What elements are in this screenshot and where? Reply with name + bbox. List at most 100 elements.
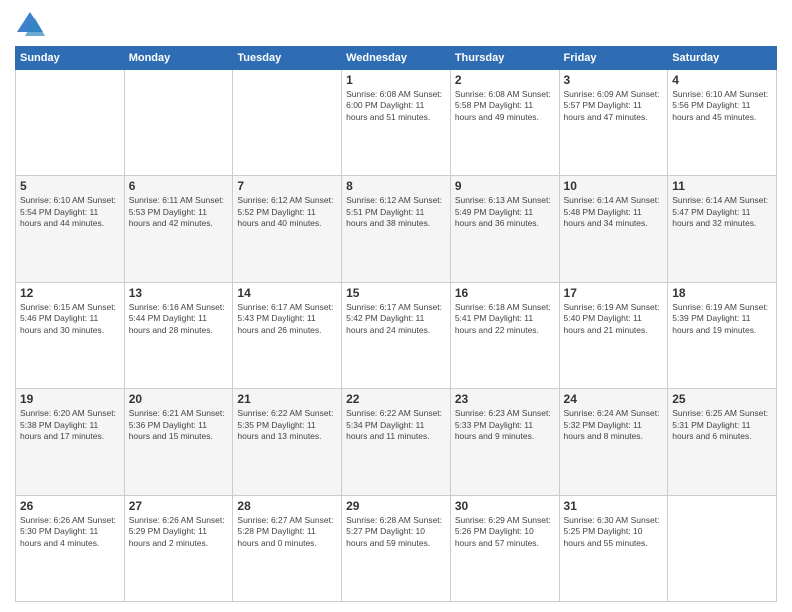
day-number: 20: [129, 392, 229, 406]
day-info: Sunrise: 6:23 AM Sunset: 5:33 PM Dayligh…: [455, 408, 555, 442]
calendar-cell: 16 Sunrise: 6:18 AM Sunset: 5:41 PM Dayli…: [450, 282, 559, 388]
calendar-cell: 29Sunrise: 6:28 AM Sunset: 5:27 PM Dayli…: [342, 495, 451, 601]
day-info: Sunrise: 6:26 AM Sunset: 5:29 PM Dayligh…: [129, 515, 229, 549]
week-row-4: 19Sunrise: 6:20 AM Sunset: 5:38 PM Dayli…: [16, 389, 777, 495]
day-number: 9: [455, 179, 555, 193]
calendar-cell: 14Sunrise: 6:17 AM Sunset: 5:43 PM Dayli…: [233, 282, 342, 388]
calendar-cell: 11 Sunrise: 6:14 AM Sunset: 5:47 PM Dayli…: [668, 176, 777, 282]
day-number: 21: [237, 392, 337, 406]
day-info: Sunrise: 6:27 AM Sunset: 5:28 PM Dayligh…: [237, 515, 337, 549]
day-number: 1: [346, 73, 446, 87]
day-info: Sunrise: 6:19 AM Sunset: 5:39 PM Dayligh…: [672, 302, 772, 336]
day-info: Sunrise: 6:08 AM Sunset: 5:58 PM Dayligh…: [455, 89, 555, 123]
day-number: 13: [129, 286, 229, 300]
day-info: Sunrise: 6:24 AM Sunset: 5:32 PM Dayligh…: [564, 408, 664, 442]
calendar-cell: 18 Sunrise: 6:19 AM Sunset: 5:39 PM Dayli…: [668, 282, 777, 388]
header: [15, 10, 777, 38]
calendar-cell: [233, 70, 342, 176]
calendar-cell: [16, 70, 125, 176]
day-number: 17: [564, 286, 664, 300]
day-number: 5: [20, 179, 120, 193]
calendar-cell: [124, 70, 233, 176]
calendar-cell: 10 Sunrise: 6:14 AM Sunset: 5:48 PM Dayli…: [559, 176, 668, 282]
day-number: 18: [672, 286, 772, 300]
calendar-cell: 9Sunrise: 6:13 AM Sunset: 5:49 PM Daylig…: [450, 176, 559, 282]
calendar-cell: 8 Sunrise: 6:12 AM Sunset: 5:51 PM Daylig…: [342, 176, 451, 282]
day-number: 24: [564, 392, 664, 406]
day-info: Sunrise: 6:26 AM Sunset: 5:30 PM Dayligh…: [20, 515, 120, 549]
calendar-table: SundayMondayTuesdayWednesdayThursdayFrid…: [15, 46, 777, 602]
calendar-cell: 22 Sunrise: 6:22 AM Sunset: 5:34 PM Dayli…: [342, 389, 451, 495]
week-row-3: 12 Sunrise: 6:15 AM Sunset: 5:46 PM Dayli…: [16, 282, 777, 388]
day-info: Sunrise: 6:30 AM Sunset: 5:25 PM Dayligh…: [564, 515, 664, 549]
day-info: Sunrise: 6:17 AM Sunset: 5:42 PM Dayligh…: [346, 302, 446, 336]
day-number: 26: [20, 499, 120, 513]
day-info: Sunrise: 6:12 AM Sunset: 5:52 PM Dayligh…: [237, 195, 337, 229]
calendar-cell: [668, 495, 777, 601]
day-info: Sunrise: 6:21 AM Sunset: 5:36 PM Dayligh…: [129, 408, 229, 442]
day-number: 22: [346, 392, 446, 406]
day-number: 12: [20, 286, 120, 300]
week-row-2: 5Sunrise: 6:10 AM Sunset: 5:54 PM Daylig…: [16, 176, 777, 282]
calendar-cell: 30 Sunrise: 6:29 AM Sunset: 5:26 PM Dayli…: [450, 495, 559, 601]
day-info: Sunrise: 6:18 AM Sunset: 5:41 PM Dayligh…: [455, 302, 555, 336]
calendar-cell: 24 Sunrise: 6:24 AM Sunset: 5:32 PM Dayli…: [559, 389, 668, 495]
weekday-header-wednesday: Wednesday: [342, 47, 451, 70]
calendar-cell: 4 Sunrise: 6:10 AM Sunset: 5:56 PM Daylig…: [668, 70, 777, 176]
calendar-cell: 28 Sunrise: 6:27 AM Sunset: 5:28 PM Dayli…: [233, 495, 342, 601]
day-number: 25: [672, 392, 772, 406]
logo-icon: [15, 10, 45, 38]
day-info: Sunrise: 6:22 AM Sunset: 5:35 PM Dayligh…: [237, 408, 337, 442]
day-number: 14: [237, 286, 337, 300]
day-number: 7: [237, 179, 337, 193]
day-number: 30: [455, 499, 555, 513]
page: SundayMondayTuesdayWednesdayThursdayFrid…: [0, 0, 792, 612]
calendar-cell: 17 Sunrise: 6:19 AM Sunset: 5:40 PM Dayli…: [559, 282, 668, 388]
day-number: 8: [346, 179, 446, 193]
day-info: Sunrise: 6:22 AM Sunset: 5:34 PM Dayligh…: [346, 408, 446, 442]
day-info: Sunrise: 6:29 AM Sunset: 5:26 PM Dayligh…: [455, 515, 555, 549]
week-row-5: 26 Sunrise: 6:26 AM Sunset: 5:30 PM Dayli…: [16, 495, 777, 601]
day-info: Sunrise: 6:16 AM Sunset: 5:44 PM Dayligh…: [129, 302, 229, 336]
day-number: 29: [346, 499, 446, 513]
calendar-cell: 23Sunrise: 6:23 AM Sunset: 5:33 PM Dayli…: [450, 389, 559, 495]
calendar-cell: 21 Sunrise: 6:22 AM Sunset: 5:35 PM Dayli…: [233, 389, 342, 495]
calendar-cell: 26 Sunrise: 6:26 AM Sunset: 5:30 PM Dayli…: [16, 495, 125, 601]
day-info: Sunrise: 6:08 AM Sunset: 6:00 PM Dayligh…: [346, 89, 446, 123]
day-number: 28: [237, 499, 337, 513]
calendar-cell: 13 Sunrise: 6:16 AM Sunset: 5:44 PM Dayli…: [124, 282, 233, 388]
day-number: 11: [672, 179, 772, 193]
day-info: Sunrise: 6:14 AM Sunset: 5:48 PM Dayligh…: [564, 195, 664, 229]
weekday-header-row: SundayMondayTuesdayWednesdayThursdayFrid…: [16, 47, 777, 70]
weekday-header-thursday: Thursday: [450, 47, 559, 70]
day-info: Sunrise: 6:15 AM Sunset: 5:46 PM Dayligh…: [20, 302, 120, 336]
calendar-cell: 7 Sunrise: 6:12 AM Sunset: 5:52 PM Daylig…: [233, 176, 342, 282]
calendar-cell: 2Sunrise: 6:08 AM Sunset: 5:58 PM Daylig…: [450, 70, 559, 176]
day-number: 6: [129, 179, 229, 193]
day-info: Sunrise: 6:20 AM Sunset: 5:38 PM Dayligh…: [20, 408, 120, 442]
day-info: Sunrise: 6:12 AM Sunset: 5:51 PM Dayligh…: [346, 195, 446, 229]
day-number: 3: [564, 73, 664, 87]
calendar-cell: 27 Sunrise: 6:26 AM Sunset: 5:29 PM Dayli…: [124, 495, 233, 601]
calendar-cell: 5Sunrise: 6:10 AM Sunset: 5:54 PM Daylig…: [16, 176, 125, 282]
day-info: Sunrise: 6:19 AM Sunset: 5:40 PM Dayligh…: [564, 302, 664, 336]
weekday-header-friday: Friday: [559, 47, 668, 70]
calendar-cell: 1 Sunrise: 6:08 AM Sunset: 6:00 PM Daylig…: [342, 70, 451, 176]
day-number: 16: [455, 286, 555, 300]
day-number: 10: [564, 179, 664, 193]
calendar-cell: 25Sunrise: 6:25 AM Sunset: 5:31 PM Dayli…: [668, 389, 777, 495]
logo: [15, 10, 49, 38]
day-info: Sunrise: 6:09 AM Sunset: 5:57 PM Dayligh…: [564, 89, 664, 123]
day-info: Sunrise: 6:10 AM Sunset: 5:56 PM Dayligh…: [672, 89, 772, 123]
weekday-header-tuesday: Tuesday: [233, 47, 342, 70]
day-info: Sunrise: 6:11 AM Sunset: 5:53 PM Dayligh…: [129, 195, 229, 229]
calendar-cell: 3 Sunrise: 6:09 AM Sunset: 5:57 PM Daylig…: [559, 70, 668, 176]
calendar-cell: 15Sunrise: 6:17 AM Sunset: 5:42 PM Dayli…: [342, 282, 451, 388]
day-info: Sunrise: 6:14 AM Sunset: 5:47 PM Dayligh…: [672, 195, 772, 229]
calendar-cell: 20 Sunrise: 6:21 AM Sunset: 5:36 PM Dayli…: [124, 389, 233, 495]
day-number: 4: [672, 73, 772, 87]
calendar-cell: 31Sunrise: 6:30 AM Sunset: 5:25 PM Dayli…: [559, 495, 668, 601]
calendar-cell: 19Sunrise: 6:20 AM Sunset: 5:38 PM Dayli…: [16, 389, 125, 495]
week-row-1: 1 Sunrise: 6:08 AM Sunset: 6:00 PM Daylig…: [16, 70, 777, 176]
day-number: 27: [129, 499, 229, 513]
